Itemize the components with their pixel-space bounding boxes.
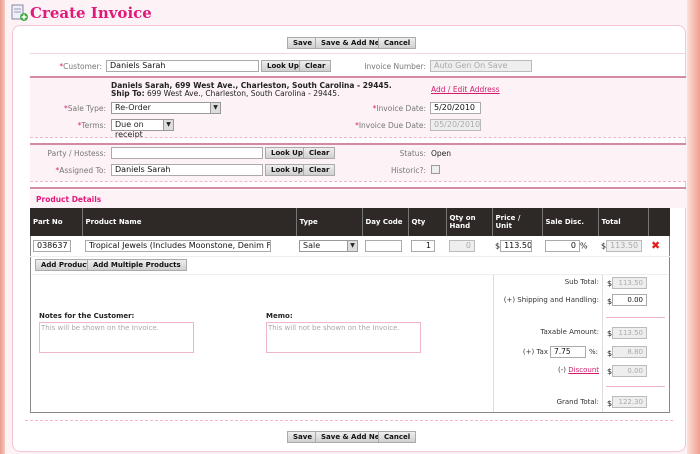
add-edit-address-link[interactable]: Add / Edit Address	[431, 85, 500, 94]
divider	[25, 420, 673, 421]
chevron-down-icon: ▼	[163, 120, 173, 130]
tax-amount-input[interactable]: 8.80	[612, 346, 647, 358]
memo-textarea[interactable]: This will not be shown on the Invoice.	[266, 322, 421, 353]
col-actions	[648, 208, 670, 236]
qty-input[interactable]: 1	[411, 239, 435, 252]
ship-to: Ship To: 699 West Ave., Charleston, Sout…	[111, 89, 340, 98]
col-product-name: Product Name	[82, 208, 297, 236]
status-label: Status:	[399, 149, 426, 158]
due-date-label: *Invoice Due Date:	[355, 121, 426, 130]
divider	[30, 53, 686, 54]
invoice-date-label: *Invoice Date:	[372, 104, 426, 113]
col-sale-disc: Sale Disc.	[542, 208, 599, 236]
invoice-number-input[interactable]: Auto Gen On Save	[430, 60, 532, 72]
save-button[interactable]: Save	[287, 37, 319, 49]
page-edge	[0, 0, 5, 454]
status-value: Open	[431, 149, 452, 158]
chevron-down-icon: ▼	[347, 240, 357, 251]
delete-row-icon[interactable]: ✖	[651, 239, 660, 252]
assigned-label: *Assigned To:	[55, 166, 106, 175]
page-edge	[687, 0, 700, 454]
customer-input[interactable]: Daniels Sarah	[106, 60, 259, 72]
divider	[606, 317, 665, 318]
customer-clear-button[interactable]: Clear	[299, 60, 332, 72]
sale-type-label: *Sale Type:	[64, 104, 106, 113]
notes-label: Notes for the Customer:	[39, 312, 135, 320]
subtotal-input[interactable]: 113.50	[612, 277, 647, 289]
tax-rate-input[interactable]: 7.75	[550, 346, 586, 358]
part-no-input[interactable]: 038637	[33, 239, 71, 252]
shipping-input[interactable]: 0.00	[612, 294, 647, 306]
price-input[interactable]: 113.50	[500, 239, 533, 252]
tax-label: (+) Tax	[522, 348, 548, 356]
invoice-number-label: Invoice Number:	[364, 62, 426, 71]
totals-divider	[493, 275, 494, 412]
grand-total-input[interactable]: 122.30	[612, 396, 647, 408]
terms-select[interactable]: Due on receipt ▼	[111, 119, 174, 139]
shipping-label: (+) Shipping and Handling:	[503, 296, 599, 304]
col-total: Total	[598, 208, 649, 236]
col-price: Price / Unit	[492, 208, 543, 236]
memo-label: Memo:	[266, 312, 293, 320]
assigned-clear-button[interactable]: Clear	[303, 164, 336, 176]
cancel-button-bottom[interactable]: Cancel	[378, 431, 417, 443]
products-table: Part No Product Name Type Day Code Qty Q…	[30, 208, 670, 257]
historic-label: Historic?:	[391, 166, 426, 175]
divider	[30, 143, 686, 145]
qty-on-hand-input[interactable]: 0	[449, 239, 475, 252]
add-multiple-products-button[interactable]: Add Multiple Products	[87, 259, 187, 271]
totals-divider	[602, 275, 603, 412]
col-type: Type	[296, 208, 363, 236]
products-header	[30, 190, 686, 208]
day-code-input[interactable]	[365, 239, 402, 252]
invoice-add-icon	[11, 4, 28, 21]
customer-label: *Customer:	[59, 62, 102, 71]
col-day-code: Day Code	[362, 208, 409, 236]
divider	[606, 386, 665, 387]
divider	[30, 181, 686, 182]
sale-type-select[interactable]: Re-Order ▼	[111, 102, 221, 114]
discount-link[interactable]: Discount	[568, 366, 599, 374]
subtotal-label: Sub Total:	[564, 278, 599, 286]
invoice-date-input[interactable]: 5/20/2010	[430, 102, 481, 114]
save-button-bottom[interactable]: Save	[287, 431, 319, 443]
grand-total-label: Grand Total:	[556, 398, 599, 406]
product-details-title: Product Details	[36, 195, 102, 204]
col-qty-on-hand: Qty on Hand	[446, 208, 493, 236]
chevron-down-icon: ▼	[210, 103, 220, 113]
col-qty: Qty	[408, 208, 447, 236]
taxable-input[interactable]: 113.50	[612, 327, 647, 339]
divider	[30, 76, 686, 78]
divider	[30, 187, 686, 189]
party-label: Party / Hostess:	[47, 149, 106, 158]
discount-input[interactable]: 0.00	[612, 365, 647, 377]
type-select[interactable]: Sale ▼	[299, 239, 358, 252]
assigned-input[interactable]: Daniels Sarah	[111, 164, 263, 176]
table-row: 038637 Tropical Jewels (Includes Moonsto…	[30, 236, 670, 257]
product-name-input[interactable]: Tropical Jewels (Includes Moonstone, Den…	[85, 239, 271, 252]
discount-row: (-) Discount	[558, 366, 599, 374]
historic-checkbox[interactable]	[431, 165, 440, 174]
page-title: Create Invoice	[30, 4, 152, 22]
divider	[30, 137, 686, 138]
party-clear-button[interactable]: Clear	[303, 147, 336, 159]
due-date-input[interactable]: 05/20/2010	[430, 119, 481, 131]
cancel-button[interactable]: Cancel	[378, 37, 417, 49]
party-input[interactable]	[111, 147, 263, 159]
notes-textarea[interactable]: This will be shown on the Invoice.	[39, 322, 194, 353]
col-part-no: Part No	[30, 208, 83, 236]
terms-label: *Terms:	[77, 121, 106, 130]
sale-disc-input[interactable]: 0	[545, 239, 580, 252]
total-input[interactable]: 113.50	[606, 239, 643, 252]
divider	[31, 274, 669, 275]
taxable-label: Taxable Amount:	[540, 328, 599, 336]
